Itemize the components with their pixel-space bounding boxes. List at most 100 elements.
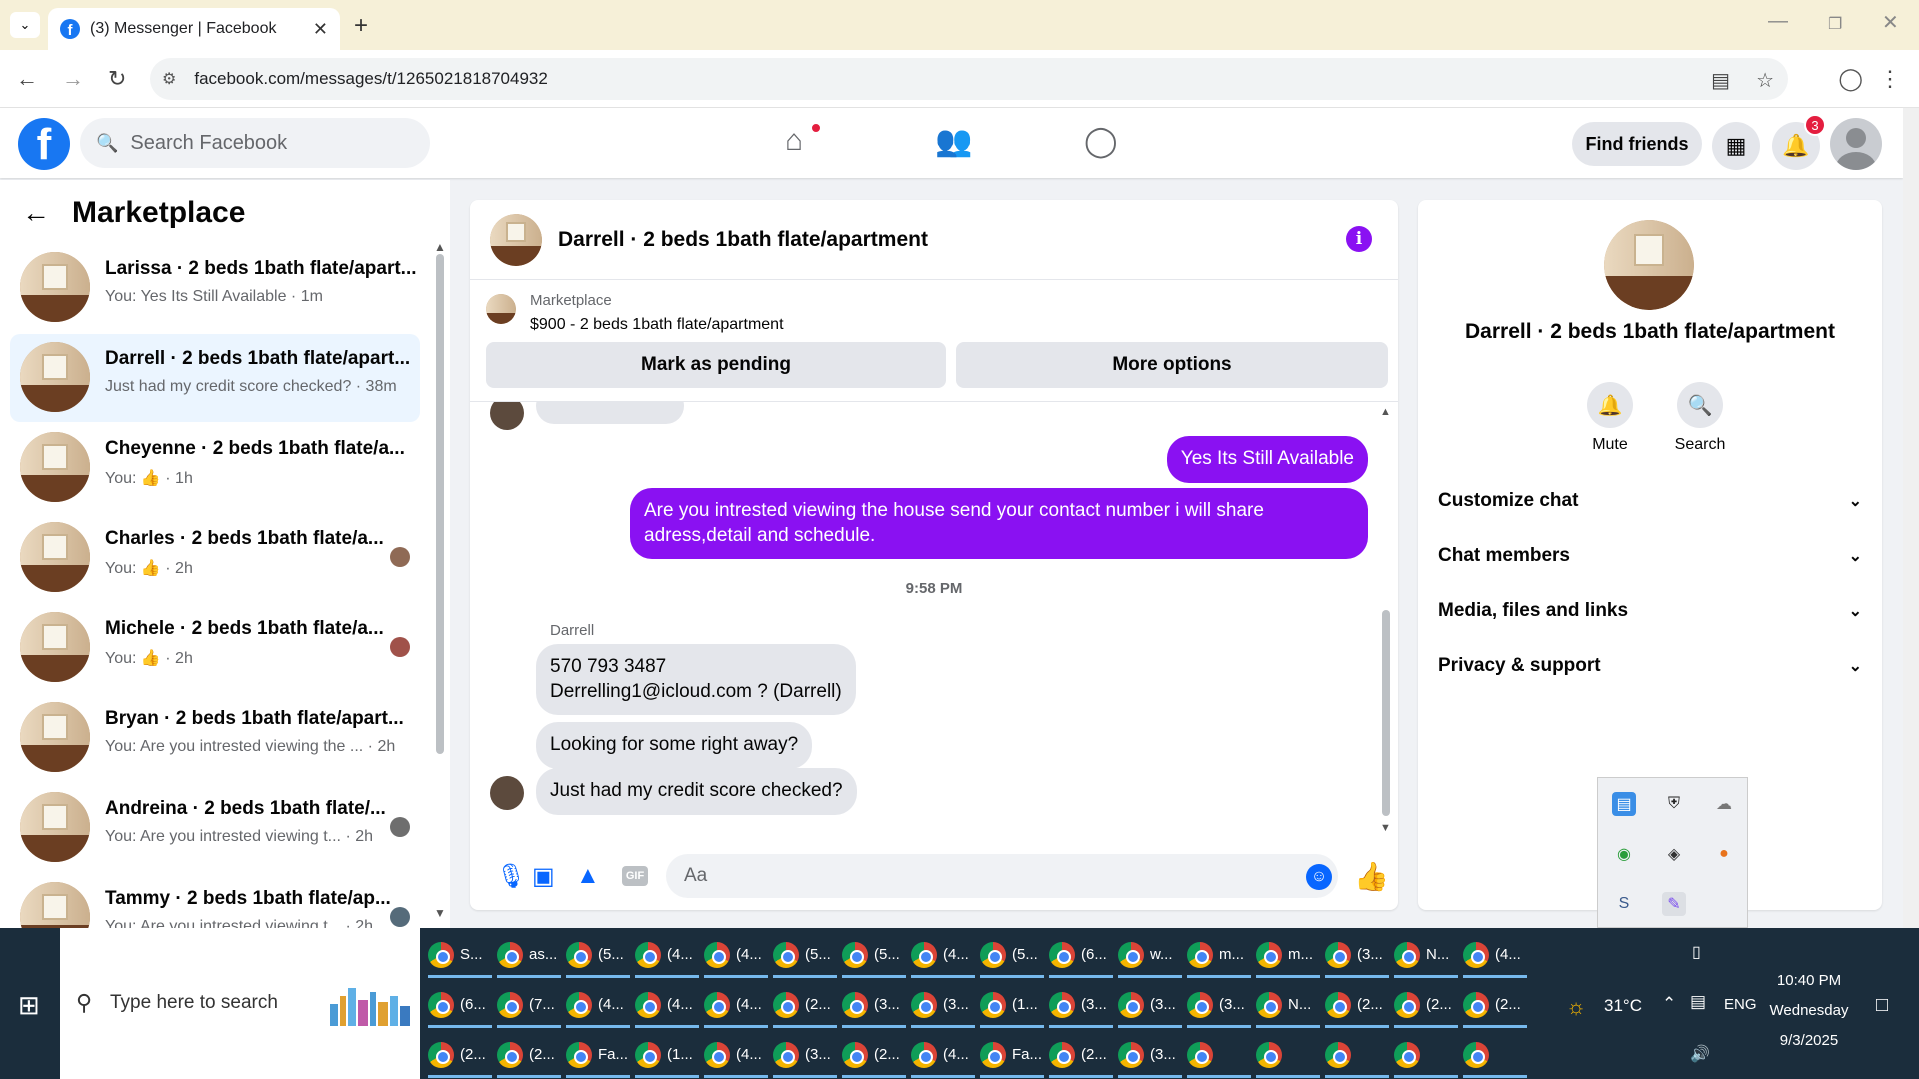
taskbar-app-button[interactable]: Fa... [566, 1034, 630, 1078]
home-icon[interactable]: ⌂ [785, 124, 803, 158]
taskbar-app-button[interactable]: (1... [635, 1034, 699, 1078]
install-app-icon[interactable]: ▤ [1711, 68, 1730, 93]
mark-as-pending-button[interactable]: Mark as pending [486, 342, 946, 388]
taskbar-app-button[interactable]: N... [1394, 934, 1458, 978]
show-hidden-icons-chevron-icon[interactable]: ⌃ [1662, 994, 1676, 1014]
chat-members-section[interactable]: Chat members ⌄ [1438, 533, 1862, 579]
taskbar-app-button[interactable]: (3... [1049, 984, 1113, 1028]
facebook-search-input[interactable]: 🔍 Search Facebook [80, 118, 430, 168]
close-tab-icon[interactable]: ✕ [313, 19, 328, 40]
taskbar-app-button[interactable]: m... [1187, 934, 1251, 978]
taskbar-app-button[interactable]: (3... [842, 984, 906, 1028]
taskbar-app-button[interactable]: (2... [1049, 1034, 1113, 1078]
taskbar-app-button[interactable]: (7... [497, 984, 561, 1028]
taskbar-app-button[interactable]: (3... [1118, 1034, 1182, 1078]
language-indicator[interactable]: ENG [1724, 996, 1757, 1013]
scroll-down-arrow-icon[interactable]: ▼ [434, 906, 446, 920]
taskbar-app-button[interactable]: (4... [566, 984, 630, 1028]
network-icon[interactable]: ▤ [1690, 992, 1706, 1012]
taskbar-app-button[interactable]: (5... [980, 934, 1044, 978]
tray-app-icon[interactable]: ◈ [1662, 842, 1686, 866]
taskbar-app-button[interactable]: (4... [704, 934, 768, 978]
back-button[interactable]: ← [16, 66, 38, 92]
tab-list-button[interactable]: ⌄ [10, 12, 40, 38]
gif-icon[interactable]: GIF [622, 866, 648, 886]
taskbar-app-button[interactable]: Fa... [980, 1034, 1044, 1078]
microphone-icon[interactable]: 🎙 [496, 862, 526, 891]
browser-menu-icon[interactable]: ⋮ [1879, 66, 1901, 92]
privacy-support-section[interactable]: Privacy & support ⌄ [1438, 643, 1862, 689]
taskbar-app-button[interactable]: S... [428, 934, 492, 978]
message-bubble-incoming[interactable]: 570 793 3487 Derrelling1@icloud.com ? (D… [536, 644, 856, 716]
conversation-item[interactable]: Tammy · 2 beds 1bath flate/ap... You: Ar… [10, 874, 420, 928]
taskbar-app-button[interactable]: (1... [980, 984, 1044, 1028]
photo-icon[interactable]: ▣ [532, 862, 555, 891]
taskbar-app-button[interactable]: (2... [1325, 984, 1389, 1028]
taskbar-app-button[interactable]: (4... [635, 934, 699, 978]
scroll-down-arrow-icon[interactable]: ▼ [1380, 822, 1391, 834]
taskbar-app-button[interactable]: (3... [773, 1034, 837, 1078]
taskbar-app-button[interactable]: (2... [773, 984, 837, 1028]
taskbar-app-button[interactable]: (3... [1325, 934, 1389, 978]
groups-icon[interactable]: ◯ [1084, 124, 1118, 159]
mute-button[interactable]: 🔔 Mute [1570, 382, 1650, 454]
tray-app-icon[interactable]: ▤ [1612, 792, 1636, 816]
sticker-icon[interactable]: ▲ [576, 862, 600, 890]
taskbar-app-button[interactable]: (2... [497, 1034, 561, 1078]
message-bubble-outgoing[interactable]: Yes Its Still Available [1166, 436, 1368, 483]
browser-tab-messenger[interactable]: f (3) Messenger | Facebook ✕ [48, 8, 340, 50]
customize-chat-section[interactable]: Customize chat ⌄ [1438, 478, 1862, 524]
facebook-logo[interactable]: f [18, 118, 70, 170]
volume-icon[interactable]: 🔊 [1690, 1044, 1710, 1064]
page-scrollbar[interactable] [1903, 108, 1919, 928]
message-bubble-incoming[interactable]: Just had my credit score checked? [536, 768, 857, 815]
tray-app-icon[interactable]: ● [1712, 842, 1736, 866]
tray-app-icon[interactable]: S [1612, 892, 1636, 916]
taskbar-app-button[interactable]: (6... [1049, 934, 1113, 978]
profile-icon[interactable]: ◯ [1838, 66, 1863, 92]
cloud-offline-icon[interactable]: ☁ [1712, 792, 1736, 816]
taskbar-app-button[interactable]: (4... [704, 984, 768, 1028]
conversation-item[interactable]: Larissa · 2 beds 1bath flate/apart... Yo… [10, 244, 420, 332]
scroll-up-arrow-icon[interactable]: ▲ [1380, 406, 1391, 418]
reload-button[interactable]: ↻ [108, 66, 126, 92]
taskbar-app-button[interactable]: (2... [1394, 984, 1458, 1028]
conversation-item[interactable]: Andreina · 2 beds 1bath flate/... You: A… [10, 784, 420, 872]
taskbar-app-button[interactable]: (4... [911, 934, 975, 978]
taskbar-app-button[interactable]: (3... [1187, 984, 1251, 1028]
chat-avatar[interactable] [490, 214, 542, 266]
taskbar-app-button[interactable]: m... [1256, 934, 1320, 978]
bookmark-star-icon[interactable]: ☆ [1756, 68, 1774, 93]
thumbs-up-send-icon[interactable]: 👍 [1354, 860, 1389, 893]
site-settings-icon[interactable]: ⚙ [162, 69, 176, 89]
taskbar-app-button[interactable]: w... [1118, 934, 1182, 978]
chat-scrollbar[interactable]: ▲ ▼ [1380, 406, 1392, 834]
back-arrow-icon[interactable]: ← [22, 197, 50, 229]
close-window-button[interactable]: ✕ [1882, 10, 1899, 35]
weather-temp[interactable]: 31°C [1604, 996, 1642, 1016]
taskbar-app-button[interactable]: N... [1256, 984, 1320, 1028]
chat-title[interactable]: Darrell · 2 beds 1bath flate/apartment [558, 228, 928, 252]
listing-price[interactable]: $900 - 2 beds 1bath flate/apartment [530, 316, 784, 334]
taskbar-app-button[interactable]: (4... [1463, 934, 1527, 978]
taskbar-app-button[interactable]: (2... [428, 1034, 492, 1078]
taskbar-clock[interactable]: 10:40 PM Wednesday 9/3/2025 [1754, 966, 1864, 1056]
conversation-list-scrollbar[interactable]: ▲ ▼ [434, 240, 446, 920]
info-icon[interactable]: i [1346, 226, 1372, 252]
new-tab-button[interactable]: + [354, 12, 368, 40]
taskbar-search-box[interactable]: ⚲ Type here to search [60, 928, 420, 1079]
find-friends-button[interactable]: Find friends [1572, 122, 1702, 166]
taskbar-app-button[interactable]: (4... [704, 1034, 768, 1078]
search-in-chat-button[interactable]: 🔍 Search [1660, 382, 1740, 454]
taskbar-app-button[interactable] [1256, 1034, 1320, 1078]
taskbar-app-button[interactable]: (4... [635, 984, 699, 1028]
tray-app-icon[interactable]: ◉ [1612, 842, 1636, 866]
taskbar-app-button[interactable]: (4... [911, 1034, 975, 1078]
account-avatar[interactable] [1830, 118, 1882, 170]
restore-button[interactable]: ❐ [1828, 14, 1842, 34]
emoji-icon[interactable]: ☺ [1306, 864, 1332, 890]
phone-link-icon[interactable]: ▯ [1692, 942, 1701, 962]
friends-icon[interactable]: 👥 [935, 124, 972, 159]
taskbar-app-button[interactable] [1394, 1034, 1458, 1078]
taskbar-app-button[interactable] [1463, 1034, 1527, 1078]
